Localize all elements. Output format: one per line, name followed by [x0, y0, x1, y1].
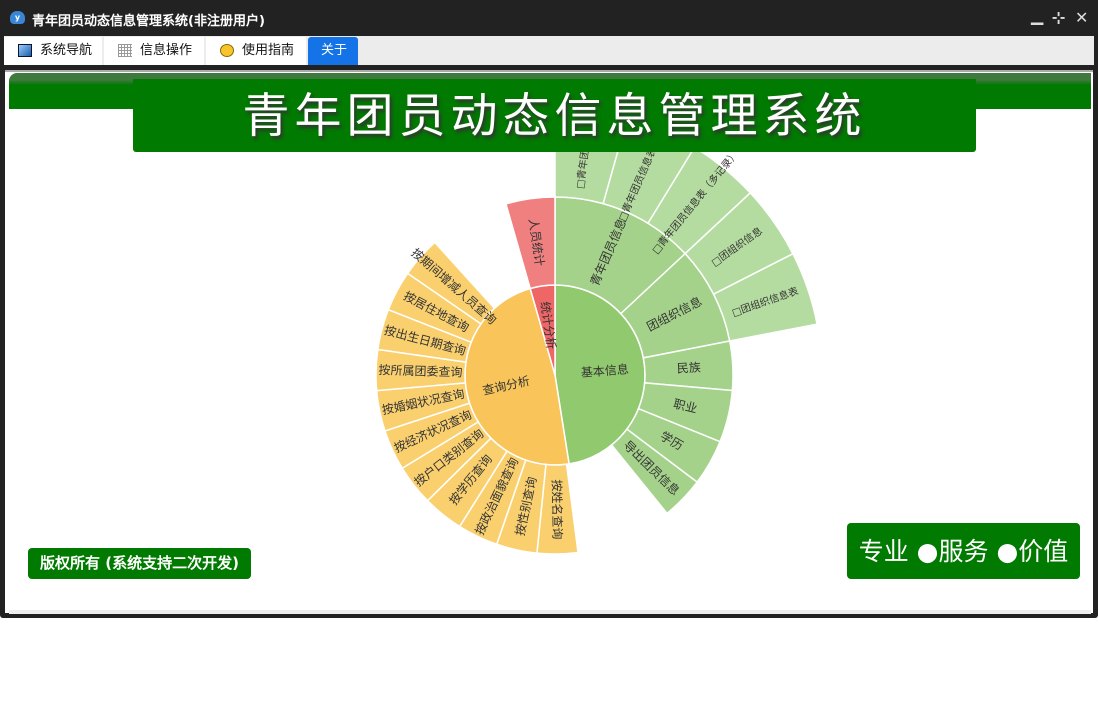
- tab-label: 信息操作: [140, 43, 193, 58]
- tab-user-guide[interactable]: 使用指南: [206, 37, 306, 65]
- tab-label: 使用指南: [242, 43, 295, 58]
- banner-title: 青年团员动态信息管理系统: [133, 79, 976, 152]
- restore-icon[interactable]: ⊹: [1052, 8, 1065, 27]
- close-icon[interactable]: ✕: [1075, 8, 1088, 27]
- sunburst-label: 按所属团委查询: [378, 363, 462, 379]
- tab-info-ops[interactable]: 信息操作: [104, 37, 204, 65]
- minimize-icon[interactable]: ▁: [1031, 6, 1043, 25]
- tab-label: 系统导航: [40, 43, 93, 58]
- tab-about[interactable]: 关于: [308, 37, 358, 65]
- grid-icon: [118, 44, 132, 57]
- title-bar: y 青年团员动态信息管理系统(非注册用户) ▁ ⊹ ✕: [0, 0, 1098, 36]
- window-title: 青年团员动态信息管理系统(非注册用户): [32, 14, 265, 29]
- sunburst-label: 按姓名查询: [549, 479, 565, 539]
- tab-system-nav[interactable]: 系统导航: [4, 37, 102, 65]
- monitor-icon: [18, 44, 32, 57]
- app-logo-icon: y: [10, 11, 25, 24]
- help-icon: [220, 44, 234, 57]
- tab-bar: 系统导航 信息操作 使用指南 关于: [4, 36, 1094, 65]
- tab-label: 关于: [321, 43, 348, 58]
- sunburst-label: 民族: [676, 360, 701, 375]
